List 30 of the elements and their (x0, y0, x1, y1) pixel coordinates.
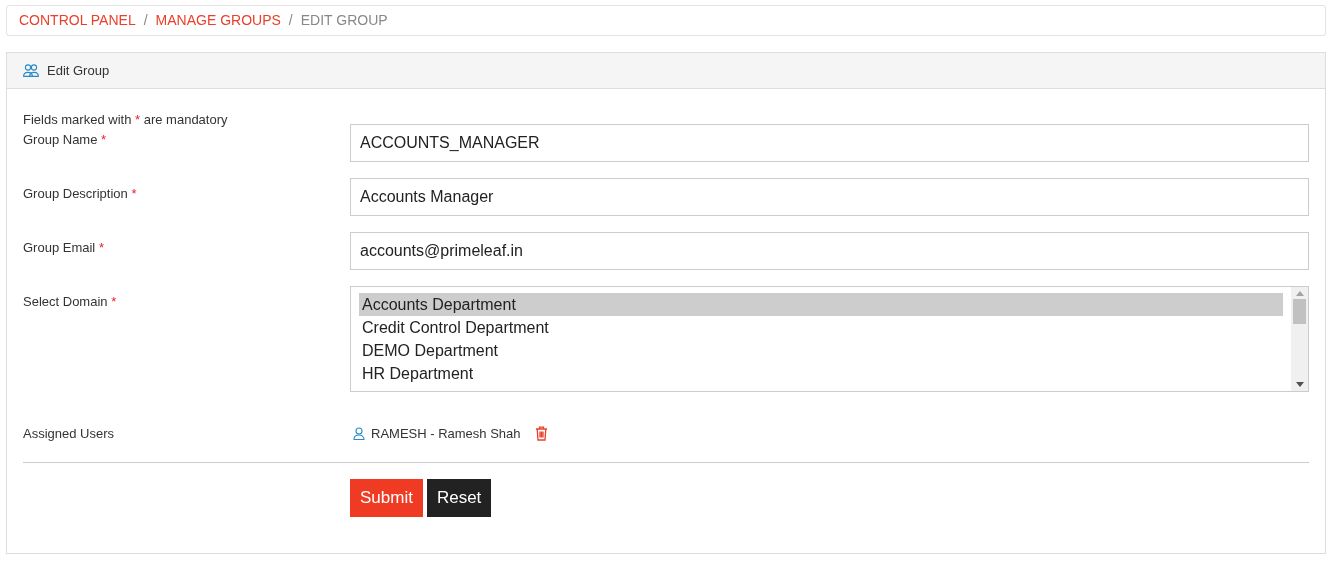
listbox-option[interactable]: Accounts Department (359, 293, 1283, 316)
field-label: Select Domain * (23, 294, 117, 309)
domain-listbox[interactable]: Accounts Department Credit Control Department DEMO Department HR Department (350, 286, 1309, 392)
user-icon (353, 427, 365, 441)
text-field[interactable]: ACCOUNTS_MANAGER (350, 124, 1309, 162)
scroll-down-arrow-icon[interactable] (1295, 382, 1304, 387)
listbox-option[interactable]: HR Department (359, 362, 1283, 385)
breadcrumb-separator: / (288, 11, 293, 30)
field-label: Assigned Users (23, 426, 115, 441)
breadcrumb-link[interactable]: MANAGE GROUPS (155, 10, 281, 31)
field-label: Group Description * (23, 186, 137, 201)
breadcrumb-link[interactable]: CONTROL PANEL (19, 10, 136, 31)
breadcrumb-current: EDIT GROUP (300, 11, 388, 30)
scrollbar[interactable] (1291, 287, 1308, 391)
breadcrumb-separator: / (143, 11, 148, 30)
listbox-option[interactable]: Credit Control Department (359, 316, 1283, 339)
field-label: Group Name * (23, 132, 107, 147)
text-field[interactable]: accounts@primeleaf.in (350, 232, 1309, 270)
mandatory-note: Fields marked with * are mandatory (23, 112, 229, 128)
reset-button[interactable]: Reset (426, 478, 492, 517)
panel-title: Edit Group (47, 61, 110, 80)
submit-button[interactable]: Submit (350, 478, 423, 517)
assigned-user: RAMESH - Ramesh Shah (371, 425, 521, 443)
listbox-option[interactable]: DEMO Department (359, 339, 1283, 362)
field-label: Group Email * (23, 240, 104, 255)
scroll-up-arrow-icon[interactable] (1295, 291, 1304, 296)
scrollbar-thumb[interactable] (1293, 299, 1306, 324)
text-field[interactable]: Accounts Manager (350, 178, 1309, 216)
users-icon (23, 64, 39, 77)
trash-icon[interactable] (534, 426, 548, 442)
